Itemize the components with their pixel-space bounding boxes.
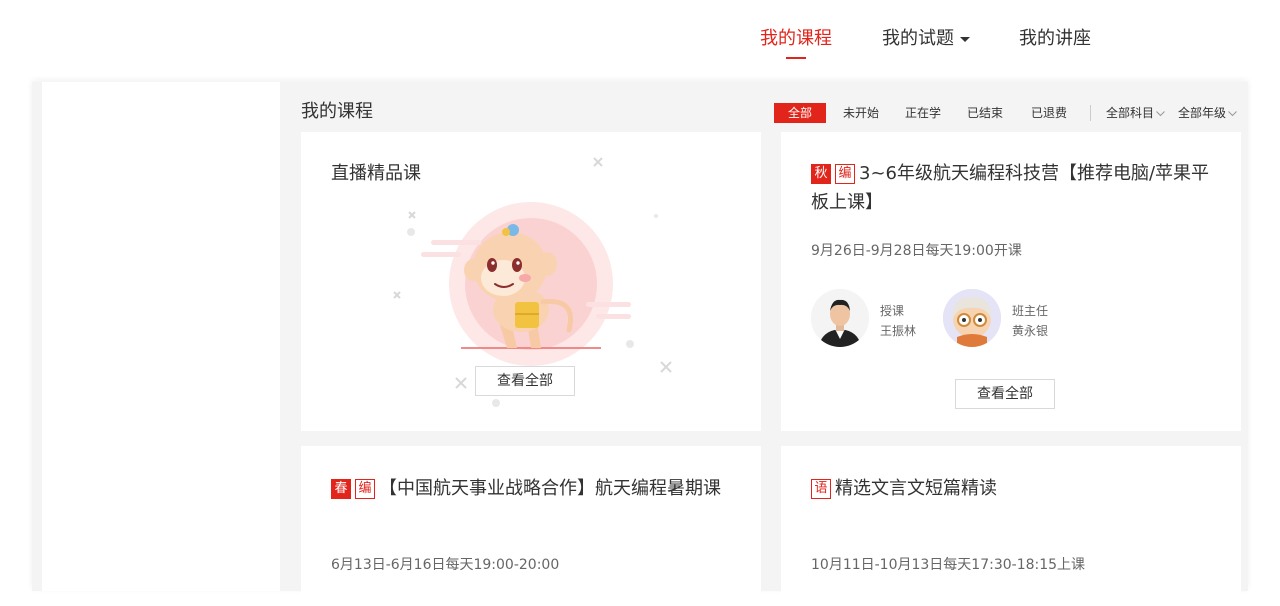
nav-my-tests-label: 我的试题: [882, 28, 954, 49]
class-teacher-role: 班主任: [1012, 304, 1049, 318]
programming-tag: 编: [355, 479, 375, 499]
grade-dropdown[interactable]: 全部年级: [1178, 103, 1237, 123]
course-card: 秋编 3~6年级航天编程科技营【推荐电脑/苹果平板上课】 9月26日-9月28日每…: [781, 132, 1241, 431]
class-teacher-avatar: [943, 289, 1001, 347]
class-teacher-name: 黄永银: [1012, 324, 1049, 338]
nav-my-lectures[interactable]: 我的讲座: [1019, 24, 1091, 50]
subject-dropdown[interactable]: 全部科目: [1106, 103, 1165, 123]
course-title: 语精选文言文短篇精读: [811, 474, 1231, 503]
live-course-card: 直播精品课 查看全部: [301, 132, 761, 431]
course-title-text: 精选文言文短篇精读: [835, 478, 997, 499]
view-all-button[interactable]: 查看全部: [475, 366, 575, 396]
chevron-down-icon: [1156, 110, 1165, 116]
chinese-tag: 语: [811, 479, 831, 499]
course-title-text: 3~6年级航天编程科技营【推荐电脑/苹果平板上课】: [811, 163, 1210, 213]
course-schedule: 10月11日-10月13日每天17:30-18:15上课: [811, 557, 1086, 573]
sidebar: [42, 82, 280, 591]
subject-dropdown-label: 全部科目: [1106, 106, 1155, 120]
autumn-tag: 秋: [811, 164, 831, 184]
course-title: 春编【中国航天事业战略合作】航天编程暑期课: [331, 474, 751, 503]
nav-active-indicator: [786, 57, 806, 59]
programming-tag: 编: [835, 164, 855, 184]
filter-refunded[interactable]: 已退费: [1024, 103, 1074, 123]
caret-down-icon: [960, 36, 970, 42]
course-card: 春编【中国航天事业战略合作】航天编程暑期课 6月13日-6月16日每天19:00…: [301, 446, 761, 606]
filter-in-progress[interactable]: 正在学: [898, 103, 948, 123]
chevron-down-icon: [1228, 110, 1237, 116]
nav-my-tests[interactable]: 我的试题: [882, 24, 970, 50]
course-schedule: 9月26日-9月28日每天19:00开课: [811, 243, 1022, 259]
grade-dropdown-label: 全部年级: [1178, 106, 1227, 120]
view-all-button[interactable]: 查看全部: [955, 379, 1055, 409]
course-schedule: 6月13日-6月16日每天19:00-20:00: [331, 557, 560, 573]
teacher-name: 王振林: [880, 324, 917, 338]
course-card: 语精选文言文短篇精读 10月11日-10月13日每天17:30-18:15上课: [781, 446, 1241, 606]
teacher-avatar: [811, 289, 869, 347]
filter-divider: [1090, 105, 1091, 121]
course-title: 秋编 3~6年级航天编程科技营【推荐电脑/苹果平板上课】: [811, 159, 1211, 217]
teacher-photo-icon: [811, 289, 869, 347]
filter-finished[interactable]: 已结束: [960, 103, 1010, 123]
section-title: 我的课程: [301, 101, 373, 122]
course-title-text: 【中国航天事业战略合作】航天编程暑期课: [379, 478, 721, 499]
spring-tag: 春: [331, 479, 351, 499]
nav-my-courses[interactable]: 我的课程: [760, 24, 832, 50]
top-navigation: 我的课程 我的试题 我的讲座: [0, 0, 1280, 82]
cartoon-avatar-icon: [943, 289, 1001, 347]
filter-all[interactable]: 全部: [774, 103, 826, 123]
teacher-role: 授课: [880, 304, 905, 318]
filter-not-started[interactable]: 未开始: [836, 103, 886, 123]
page-content: 我的课程 全部 未开始 正在学 已结束 已退费 全部科目 全部年级 直播精品课: [32, 82, 1248, 606]
